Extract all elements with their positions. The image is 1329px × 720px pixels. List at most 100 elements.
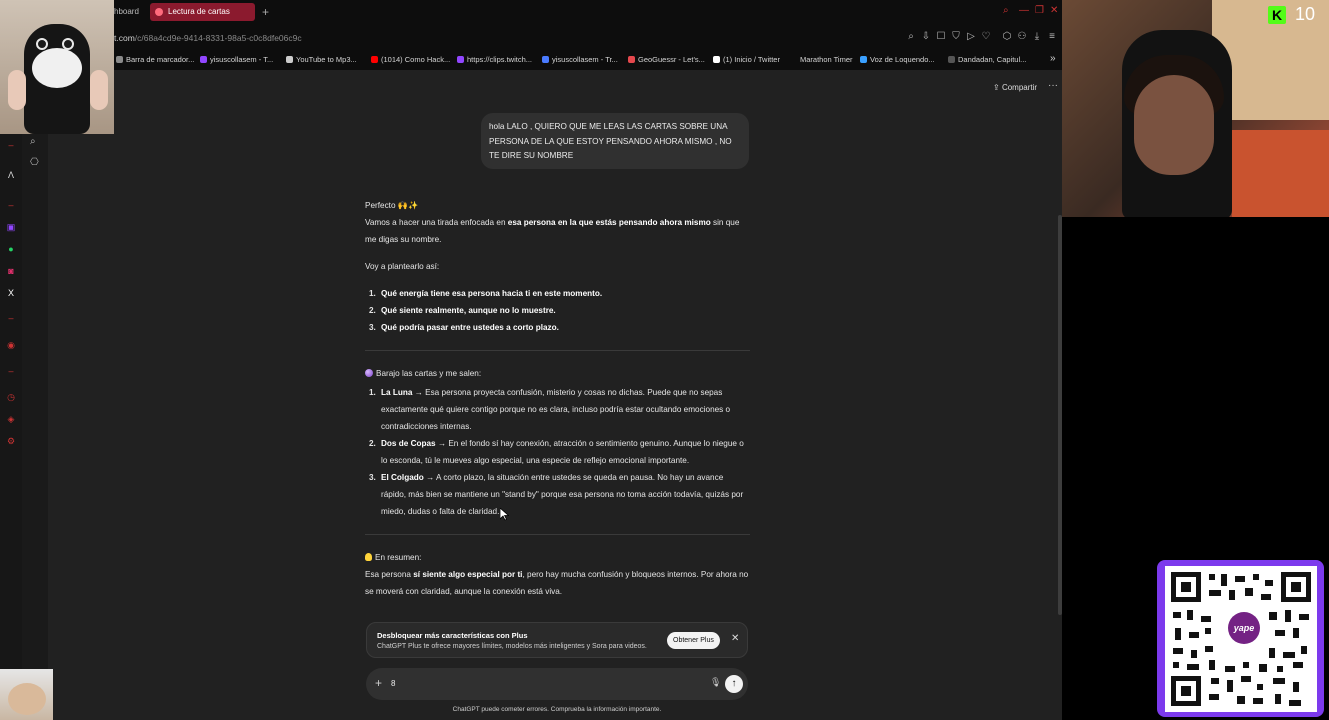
scrollbar[interactable] <box>1058 215 1062 615</box>
aria-icon[interactable]: Ʌ <box>6 170 16 180</box>
folder-icon <box>116 56 123 63</box>
search-tabs-icon[interactable]: ⌕ <box>1003 5 1009 16</box>
dash-icon[interactable]: – <box>6 200 16 210</box>
card-text: → En el fondo sí hay conexión, atracción… <box>381 439 744 465</box>
bookmark-item[interactable]: yisuscollasem - T... <box>200 55 273 64</box>
bookmarks-bar: Barra de marcador... yisuscollasem - T..… <box>0 51 1062 70</box>
shield-icon[interactable]: ⛉ <box>950 31 962 42</box>
settings-icon[interactable]: ⚙ <box>6 436 16 446</box>
twitch-icon[interactable]: ▣ <box>6 222 16 232</box>
add-attachment-icon[interactable]: + <box>375 676 382 690</box>
download-icon[interactable]: ⤓ <box>1031 31 1043 42</box>
bookmark-item[interactable]: YouTube to Mp3... <box>286 55 357 64</box>
list-item: 3. El Colgado → A corto plazo, la situaci… <box>369 473 744 516</box>
minimize-icon[interactable]: — <box>1019 5 1029 16</box>
more-options-icon[interactable]: ··· <box>1048 80 1058 91</box>
intro-bold: esa persona en la que estás pensando aho… <box>507 218 711 227</box>
x-icon <box>713 56 720 63</box>
bookmark-item[interactable]: Dandadan, Capitul... <box>948 55 1026 64</box>
dash-icon[interactable]: – <box>6 366 16 376</box>
bookmark-item[interactable]: (1) Inicio / Twitter <box>713 55 780 64</box>
plan-item-text: Qué podría pasar entre ustedes a corto p… <box>381 323 559 332</box>
plan-item-text: Qué siente realmente, aunque no lo muest… <box>381 306 556 315</box>
zoom-icon[interactable]: ⌕ <box>905 31 917 42</box>
play-icon[interactable]: ▷ <box>965 31 977 42</box>
whatsapp-icon[interactable]: ● <box>6 244 16 254</box>
url-field[interactable]: t.com/c/68a4cd9e-9414-8331-98a5-c0c8dfe0… <box>114 33 302 43</box>
restore-icon[interactable]: ❐ <box>1035 5 1044 16</box>
chatgpt-favicon-icon <box>155 8 163 16</box>
history-icon[interactable]: ◷ <box>6 392 16 402</box>
instagram-icon[interactable]: ◙ <box>6 266 16 276</box>
bookmark-item[interactable]: Barra de marcador... <box>116 55 194 64</box>
divider <box>365 350 750 351</box>
address-bar: t.com/c/68a4cd9e-9414-8331-98a5-c0c8dfe0… <box>0 25 1062 51</box>
cat-eye <box>36 38 48 50</box>
close-window-icon[interactable]: ✕ <box>1050 5 1058 16</box>
intro-title: Perfecto 🙌✨ <box>365 201 419 210</box>
tab-lectura-de-cartas[interactable]: Lectura de cartas <box>150 3 255 21</box>
list-item: 1. Qué energía tiene esa persona hacia ti… <box>369 289 603 298</box>
pin-icon[interactable]: ⇩ <box>920 31 932 42</box>
cat-face <box>8 683 46 715</box>
card-name: La Luna <box>381 388 413 397</box>
voice-icon <box>860 56 867 63</box>
extensions-icon[interactable]: ⬡ <box>1001 31 1013 42</box>
menu-icon[interactable]: ≡ <box>1046 31 1058 42</box>
card-name: Dos de Copas <box>381 439 436 448</box>
page-icon <box>286 56 293 63</box>
bookmark-item[interactable]: https://clips.twitch... <box>457 55 532 64</box>
viewer-count: 10 <box>1295 4 1316 24</box>
intro-text: Vamos a hacer una tirada enfocada en <box>365 218 508 227</box>
library-icon[interactable]: ⎔ <box>30 157 39 168</box>
profile-icon[interactable]: ⚇ <box>1016 31 1028 42</box>
message-input[interactable]: 8 <box>391 679 395 688</box>
summary: En resumen: Esa persona sí siente algo e… <box>365 549 750 600</box>
share-icon: ⇪ <box>993 83 1002 92</box>
disclaimer: ChatGPT puede cometer errores. Comprueba… <box>452 706 662 713</box>
x-icon[interactable]: X <box>6 288 16 298</box>
dash-icon[interactable]: – <box>6 140 16 150</box>
youtube-icon <box>371 56 378 63</box>
more-bookmarks-icon[interactable]: » <box>1050 53 1056 64</box>
bookmark-label: Voz de Loquendo... <box>870 55 935 64</box>
share-label: Compartir <box>1001 83 1038 92</box>
bookmark-item[interactable]: Voz de Loquendo... <box>860 55 935 64</box>
close-icon[interactable]: ✕ <box>731 633 739 644</box>
chatgpt-mini-sidebar: ⌕ ⎔ <box>22 70 48 720</box>
message-composer[interactable]: + 8 🎙 ↑ <box>366 668 748 700</box>
get-plus-button[interactable]: Obtener Plus <box>667 632 720 649</box>
bookmark-item[interactable]: (1014) Como Hack... <box>371 55 450 64</box>
user-message: hola LALO , QUIERO QUE ME LEAS LAS CARTA… <box>481 113 749 169</box>
bookmark-icon[interactable]: ☐ <box>935 31 947 42</box>
microphone-icon[interactable]: 🎙 <box>710 677 721 688</box>
summary-heading: En resumen: <box>375 553 422 562</box>
share-button[interactable]: ⇪ Compartir <box>993 83 1037 92</box>
bookmark-item[interactable]: GeoGuessr - Let's... <box>628 55 705 64</box>
heart-icon[interactable]: ♡ <box>980 31 992 42</box>
plus-banner-description: ChatGPT Plus te ofrece mayores límites, … <box>377 643 647 650</box>
summary-text: Esa persona <box>365 570 414 579</box>
hand-image <box>8 70 26 110</box>
plus-upsell-banner: Desbloquear más características con Plus… <box>366 622 748 658</box>
bookmark-label: Barra de marcador... <box>126 55 195 64</box>
browser-window: hboard Lectura de cartas + ⌕ — ❐ ✕ t.com… <box>0 0 1062 720</box>
send-button[interactable]: ↑ <box>725 675 743 693</box>
plan-heading: Voy a plantearlo así: <box>365 262 440 271</box>
bookmark-label: YouTube to Mp3... <box>296 55 357 64</box>
new-tab-button[interactable]: + <box>256 3 275 21</box>
bookmark-item[interactable]: Marathon Timer <box>800 55 853 64</box>
list-item: 1. La Luna → Esa persona proyecta confusi… <box>369 388 731 431</box>
player-icon[interactable]: ◉ <box>6 340 16 350</box>
wallet-icon[interactable]: ◈ <box>6 414 16 424</box>
video-icon <box>948 56 955 63</box>
mouse-cursor-icon <box>500 508 509 521</box>
bookmark-item[interactable]: yisuscollasem - Tr... <box>542 55 618 64</box>
streamer-webcam <box>1062 0 1329 217</box>
search-chats-icon[interactable]: ⌕ <box>30 136 36 147</box>
plan-list: 1. Qué energía tiene esa persona hacia ti… <box>365 285 750 336</box>
cards-list: 1. La Luna → Esa persona proyecta confusi… <box>365 384 750 520</box>
divider <box>365 534 750 535</box>
browser-side-rail: – Ʌ – ▣ ● ◙ X – ◉ – ◷ ◈ ⚙ <box>0 70 22 720</box>
dash-icon[interactable]: – <box>6 313 16 323</box>
